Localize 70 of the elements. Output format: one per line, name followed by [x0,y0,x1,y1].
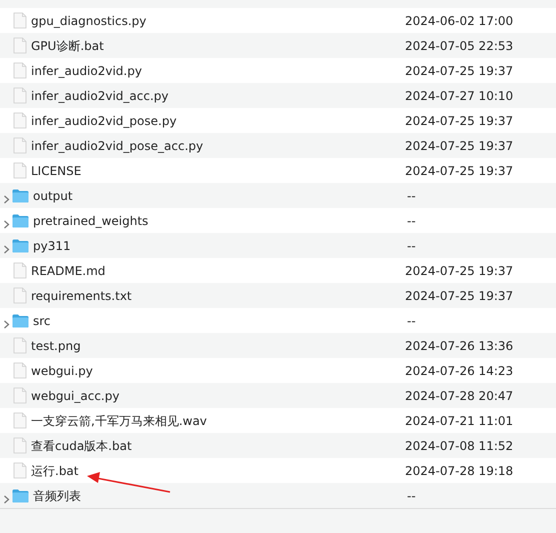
file-row[interactable]: infer_audio2vid_pose.py 2024-07-25 19:37 [0,108,556,133]
document-icon [13,162,27,179]
file-name: 一支穿云箭,千军万马来相见.wav [31,412,208,430]
modified-date: 2024-07-25 19:37 [405,288,514,304]
document-icon [13,87,27,104]
document-icon [13,62,27,79]
modified-date: -- [407,212,416,230]
file-name: output [33,188,74,204]
file-name: src [33,312,52,330]
file-name: 运行.bat [31,462,80,480]
document-icon [13,37,27,54]
file-name: py311 [33,238,72,254]
file-row[interactable]: infer_audio2vid.py 2024-07-25 19:37 [0,58,556,83]
modified-date: 2024-07-25 19:37 [405,138,514,154]
document-icon [13,337,27,354]
modified-date: 2024-07-25 19:37 [405,62,514,80]
file-row[interactable]: README.md 2024-07-25 19:37 [0,258,556,283]
modified-date: 2024-07-26 13:36 [405,338,514,354]
file-name: README.md [31,262,106,280]
document-icon [13,287,27,304]
modified-date: 2024-07-27 10:10 [405,88,514,104]
modified-date: 2024-07-26 14:23 [405,362,514,380]
folder-icon [12,314,29,328]
document-icon [13,412,27,429]
file-name: gpu_diagnostics.py [31,12,148,30]
document-icon [13,112,27,129]
document-icon [13,12,27,29]
file-row[interactable]: LICENSE 2024-07-25 19:37 [0,158,556,183]
modified-date: 2024-07-25 19:37 [405,112,514,130]
file-name: LICENSE [31,162,82,180]
document-icon [13,437,27,454]
modified-date: 2024-07-25 19:37 [405,162,514,180]
modified-date: -- [407,312,416,330]
document-icon [13,462,27,479]
modified-date: 2024-06-02 17:00 [405,12,514,30]
file-row[interactable]: pretrained_weights -- [0,208,556,233]
file-name: pretrained_weights [33,212,150,230]
file-name: webgui.py [31,362,94,380]
modified-date: 2024-07-08 11:52 [405,438,514,454]
file-name: infer_audio2vid_pose.py [31,112,178,130]
modified-date: -- [407,188,416,204]
modified-date: 2024-07-28 20:47 [405,388,514,404]
file-name: 查看cuda版本.bat [31,438,133,454]
file-row[interactable]: src -- [0,308,556,333]
modified-date: -- [407,488,416,504]
file-name: GPU诊断.bat [31,38,105,54]
modified-date: 2024-07-21 11:01 [405,412,514,430]
file-name: webgui_acc.py [31,388,120,404]
folder-icon [12,488,29,502]
document-icon [13,137,27,154]
folder-icon [12,188,29,202]
modified-date: -- [407,238,416,254]
modified-date: 2024-07-25 19:37 [405,262,514,280]
file-name: test.png [31,338,82,354]
file-name: infer_audio2vid_pose_acc.py [31,138,204,154]
modified-date: 2024-07-28 19:18 [405,462,514,480]
file-name: infer_audio2vid.py [31,62,143,80]
file-name: infer_audio2vid_acc.py [31,88,170,104]
document-icon [13,387,27,404]
document-icon [13,362,27,379]
modified-date: 2024-07-05 22:53 [405,38,514,54]
file-row[interactable]: 一支穿云箭,千军万马来相见.wav 2024-07-21 11:01 [0,408,556,433]
folder-icon [12,214,29,228]
document-icon [13,262,27,279]
folder-icon [12,238,29,252]
file-name: 音频列表 [33,488,82,504]
file-row[interactable]: gpu_diagnostics.py 2024-06-02 17:00 [0,8,556,33]
file-row[interactable]: 运行.bat 2024-07-28 19:18 [0,458,556,483]
file-name: requirements.txt [31,288,133,304]
file-row[interactable]: webgui.py 2024-07-26 14:23 [0,358,556,383]
